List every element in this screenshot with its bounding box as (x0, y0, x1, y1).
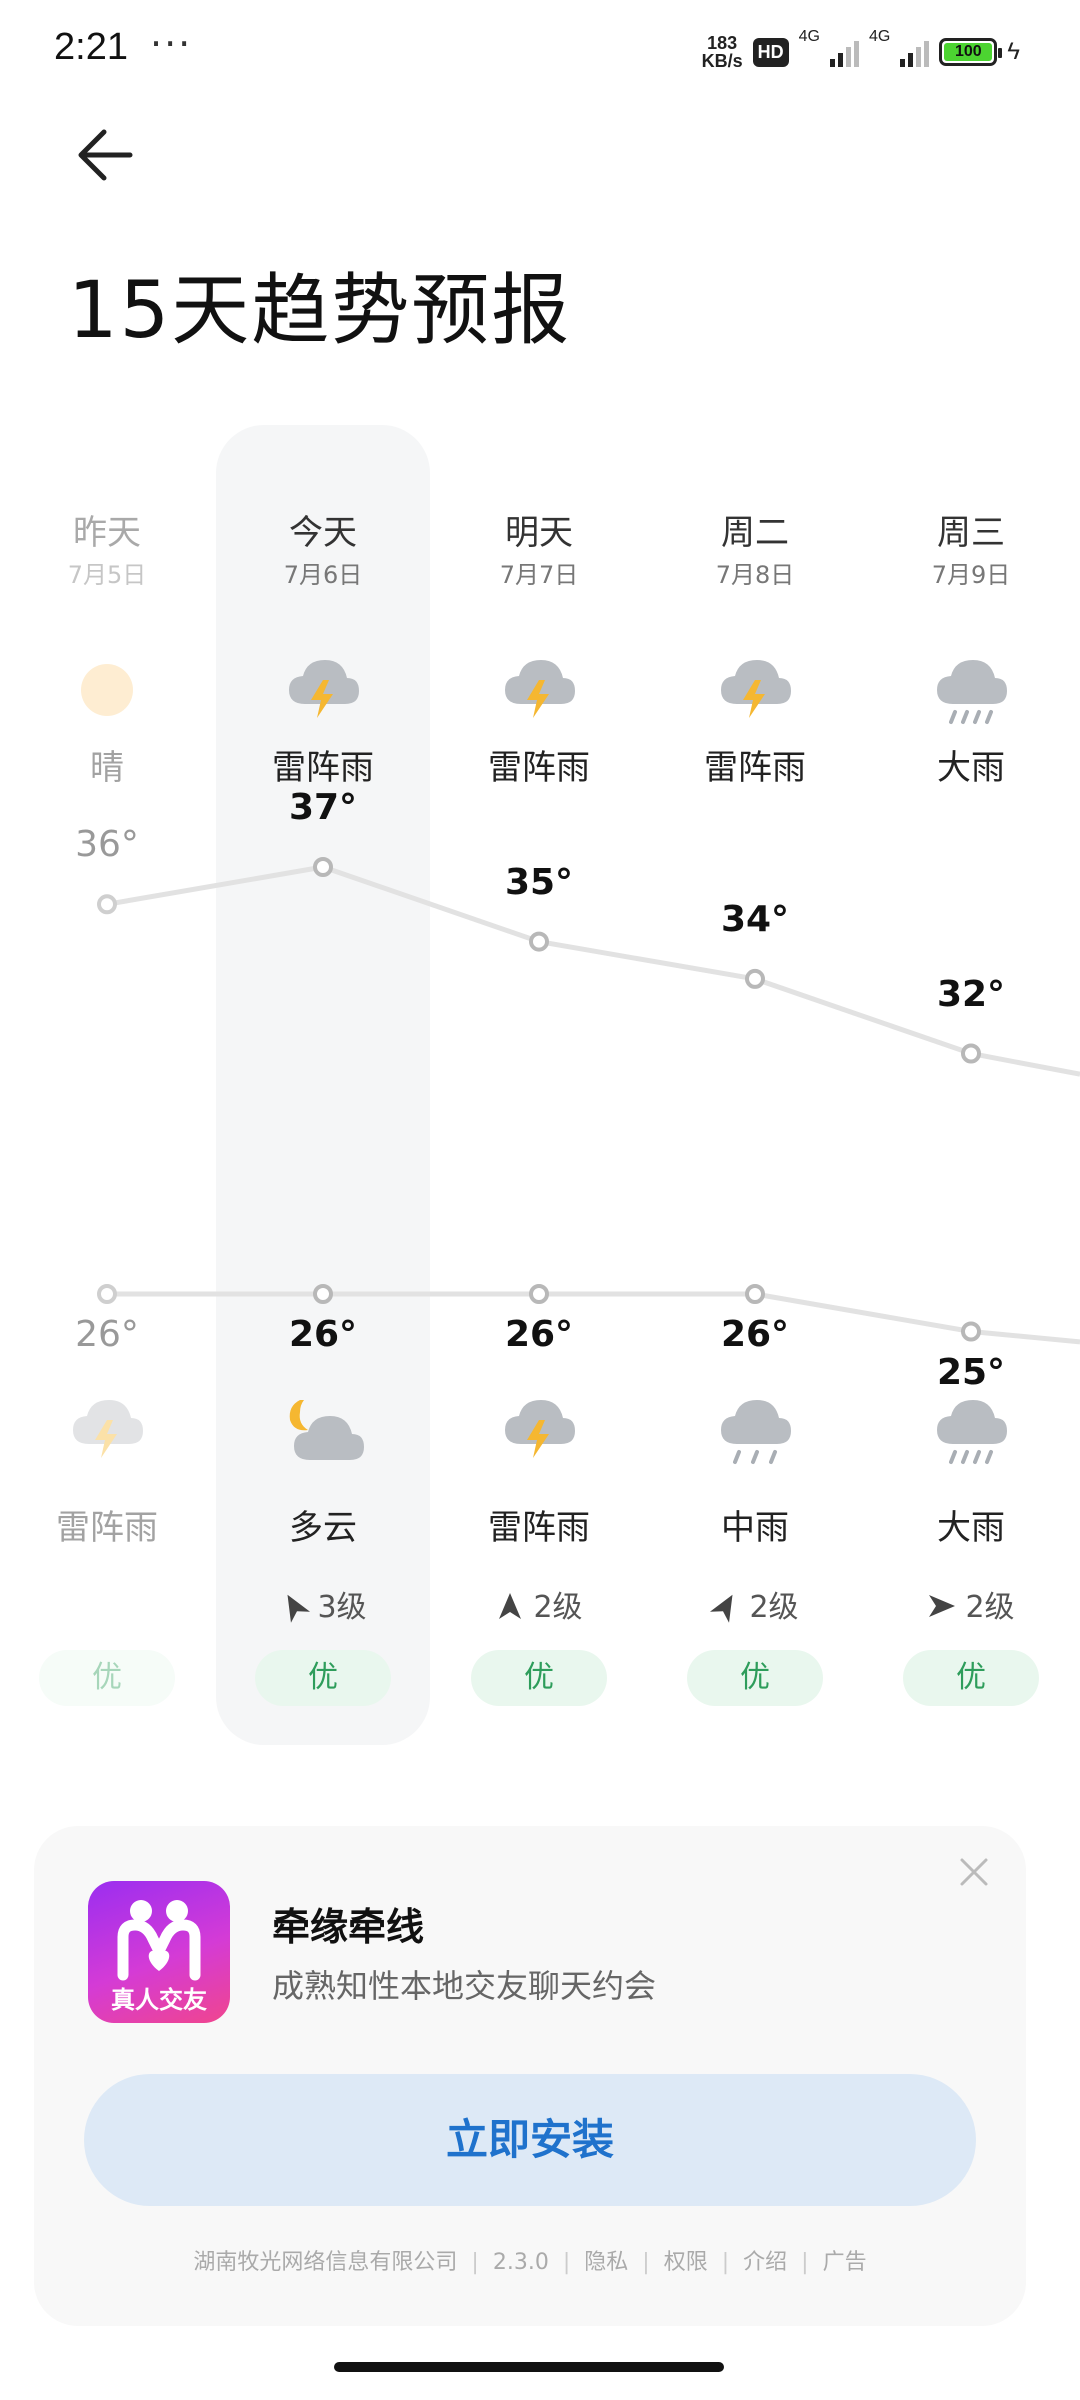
night-condition: 多云 (289, 1508, 357, 1548)
wind-level: 2级 (533, 1590, 583, 1625)
low-temp-point (529, 1284, 549, 1304)
day-date: 7月9日 (931, 561, 1011, 589)
high-temp-label: 35° (504, 861, 574, 903)
low-temp-label: 26° (75, 1314, 139, 1355)
high-temp-point (745, 968, 765, 989)
aqi-badge: 优 (687, 1650, 823, 1706)
wind-direction-icon (927, 1590, 957, 1625)
thunderstorm-icon (0, 1390, 214, 1474)
heavy-rain-icon (864, 650, 1078, 734)
day-name: 昨天 (73, 513, 141, 553)
footer-company: 湖南牧光网络信息有限公司 (193, 2250, 458, 2275)
low-temp-label: 26° (504, 1314, 574, 1355)
thunderstorm-icon (432, 650, 646, 734)
logo-text: 真人交友 (111, 1986, 207, 2014)
high-temp-point (313, 857, 333, 877)
heavy-rain-icon (864, 1390, 1078, 1474)
ad-description: 成熟知性本地交友聊天约会 (272, 1967, 657, 2005)
aqi-badge: 优 (903, 1650, 1039, 1706)
home-indicator[interactable] (334, 2362, 724, 2372)
day-condition: 雷阵雨 (488, 748, 590, 788)
day-name: 明天 (505, 513, 573, 553)
wind-info: 3级 (216, 1582, 430, 1626)
sun-icon (0, 650, 214, 734)
ad-app-name[interactable]: 牵缘牵线 (272, 1896, 424, 1951)
app-logo[interactable]: 真人交友 (88, 1881, 230, 2023)
thunderstorm-icon (216, 650, 430, 734)
ad-card[interactable]: 真人交友 牵缘牵线 成熟知性本地交友聊天约会 立即安装 湖南牧光网络信息有限公司… (34, 1826, 1026, 2326)
wind-direction-icon (710, 1590, 741, 1625)
wind-direction-icon (495, 1590, 525, 1625)
close-icon[interactable] (956, 1854, 992, 1890)
wind-info: 2级 (648, 1582, 862, 1626)
moderate-rain-icon (648, 1390, 862, 1474)
footer-permissions-link[interactable]: 权限 (664, 2250, 708, 2275)
footer-privacy-link[interactable]: 隐私 (584, 2250, 628, 2275)
low-temp-label: 25° (936, 1351, 1006, 1393)
high-temp-label: 37° (288, 787, 358, 828)
high-temp-point (961, 1043, 981, 1064)
wind-level: 2级 (965, 1590, 1015, 1625)
low-temp-point (961, 1321, 981, 1342)
low-temp-label: 26° (720, 1314, 790, 1355)
wind-info: 2级 (864, 1582, 1078, 1626)
day-condition: 晴 (90, 748, 124, 788)
day-date: 7月8日 (715, 561, 795, 589)
wind-info: 2级 (432, 1582, 646, 1626)
thunderstorm-icon (432, 1390, 646, 1474)
aqi-badge: 优 (255, 1650, 391, 1706)
day-condition: 大雨 (937, 748, 1005, 788)
day-date: 7月7日 (499, 561, 579, 589)
footer-intro-link[interactable]: 介绍 (743, 2250, 787, 2275)
install-button[interactable]: 立即安装 (84, 2074, 976, 2206)
footer-version: 2.3.0 (492, 2250, 549, 2275)
footer-ad-label: 广告 (822, 2250, 867, 2275)
day-condition: 雷阵雨 (272, 748, 374, 788)
aqi-badge: 优 (39, 1650, 175, 1706)
night-condition: 雷阵雨 (56, 1508, 158, 1548)
night-condition: 中雨 (721, 1508, 789, 1548)
wind-level: 2级 (749, 1590, 799, 1625)
low-temp-point (97, 1284, 117, 1304)
day-date: 7月5日 (67, 561, 147, 589)
low-temp-point (745, 1284, 765, 1304)
low-temp-point (313, 1284, 333, 1304)
high-temp-label: 32° (936, 973, 1006, 1015)
day-condition: 雷阵雨 (704, 748, 806, 788)
night-condition: 大雨 (937, 1508, 1005, 1548)
wind-direction-icon (279, 1590, 311, 1625)
logo-mark-icon (117, 1900, 201, 1981)
thunderstorm-icon (648, 650, 862, 734)
aqi-badge: 优 (471, 1650, 607, 1706)
ad-footer: 湖南牧光网络信息有限公司 | 2.3.0 | 隐私 | 权限 | 介绍 | 广告 (193, 2250, 867, 2275)
day-name: 今天 (289, 513, 357, 553)
high-temp-label: 36° (75, 824, 139, 866)
day-name: 周三 (937, 513, 1005, 553)
wind-level: 3级 (317, 1590, 367, 1625)
night-condition: 雷阵雨 (488, 1508, 590, 1548)
day-date: 7月6日 (283, 561, 363, 589)
high-temp-point (97, 894, 117, 915)
partly-cloudy-night-icon (216, 1390, 430, 1474)
low-temp-label: 26° (288, 1314, 358, 1355)
day-name: 周二 (721, 513, 789, 553)
high-temp-point (529, 931, 549, 952)
high-temp-label: 34° (720, 898, 790, 940)
